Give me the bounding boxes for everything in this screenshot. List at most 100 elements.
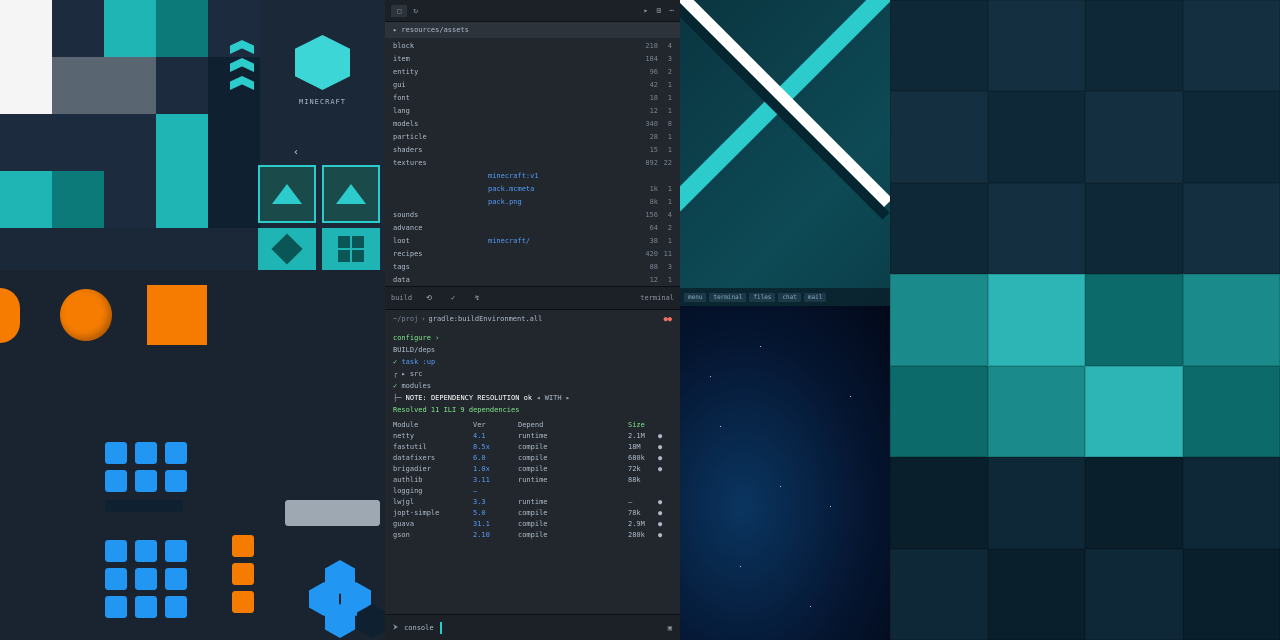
app-icon[interactable] <box>165 540 187 562</box>
play-icon[interactable]: ▸ <box>644 6 649 15</box>
chevron-stack-icon <box>230 40 260 94</box>
breadcrumb[interactable]: ▸ resources/assets <box>385 22 680 38</box>
prompt-icon: ⮞ <box>393 623 398 632</box>
term-line: Resolved 11 ILI 9 dependencies <box>393 406 519 414</box>
table-row[interactable]: datafixers6.0compile680k● <box>393 453 672 464</box>
app-icon[interactable] <box>105 470 127 492</box>
app-icon[interactable] <box>165 568 187 590</box>
taskbar-item[interactable]: menu <box>684 293 706 302</box>
table-row[interactable]: netty4.1runtime2.1M● <box>393 431 672 442</box>
color-grid-panel <box>890 0 1280 640</box>
list-item[interactable]: tags883 <box>385 261 680 274</box>
list-item[interactable]: lang121 <box>385 105 680 118</box>
app-icon[interactable] <box>135 568 157 590</box>
term-line: ◂ WITH ▸ <box>532 394 570 402</box>
diamond-icon[interactable] <box>258 228 316 270</box>
toolbar-label-right: terminal <box>640 294 674 302</box>
refresh-icon[interactable]: ⟲ <box>422 291 436 305</box>
term-line: BUILD/deps <box>393 346 435 354</box>
app-icon[interactable] <box>135 470 157 492</box>
term-line: task :up <box>401 358 435 366</box>
brand-logo: MINECRAFT <box>265 35 380 106</box>
list-item[interactable]: shaders151 <box>385 144 680 157</box>
list-item[interactable]: entity962 <box>385 66 680 79</box>
resource-list[interactable]: block2184item1843entity962gui421font181l… <box>385 38 680 286</box>
panel-icon[interactable]: ▣ <box>668 624 672 632</box>
table-header: ModuleVerDependSize <box>393 420 672 431</box>
terminal-input[interactable]: ⮞ console ▣ <box>385 614 680 640</box>
app-icon[interactable] <box>105 596 127 618</box>
table-row[interactable]: authlib3.11runtime88k <box>393 475 672 486</box>
reload-icon[interactable]: ↻ <box>413 6 418 15</box>
table-row[interactable]: brigadier1.0xcompile72k● <box>393 464 672 475</box>
check-icon[interactable]: ✓ <box>446 291 460 305</box>
taskbar-item[interactable]: files <box>749 293 775 302</box>
list-item[interactable]: particle281 <box>385 131 680 144</box>
split-icon[interactable]: ⊞ <box>656 6 661 15</box>
editor-titlebar: □ ↻ ▸ ⊞ ⋯ <box>385 0 680 22</box>
terminal-output[interactable]: configure › BUILD/deps ✓ task :up ┌ ▸ sr… <box>385 328 680 614</box>
app-icon[interactable] <box>105 540 127 562</box>
app-icon[interactable] <box>105 568 127 590</box>
list-item[interactable]: advance642 <box>385 222 680 235</box>
list-item[interactable]: models3408 <box>385 118 680 131</box>
taskbar[interactable]: menuterminalfileschat mail <box>680 288 890 306</box>
search-pill[interactable] <box>285 500 380 526</box>
app-icon[interactable] <box>232 535 254 557</box>
app-icon[interactable] <box>232 563 254 585</box>
input-placeholder: console <box>404 624 434 632</box>
toolbar-label: build <box>391 294 412 302</box>
table-row[interactable]: guava31.1compile2.9M● <box>393 519 672 530</box>
orange-square-icon <box>147 285 207 345</box>
path-segment[interactable]: gradle:buildEnvironment.all <box>429 315 543 323</box>
app-icon[interactable] <box>105 442 127 464</box>
table-row[interactable]: logging— <box>393 486 672 497</box>
editor-toolbar: build ⟲ ✓ ↯ terminal <box>385 286 680 310</box>
taskbar-item[interactable]: mail <box>804 293 826 302</box>
list-item[interactable]: lootminecraft/381 <box>385 235 680 248</box>
table-row[interactable]: fastutil8.5xcompile18M● <box>393 442 672 453</box>
wallpaper-space <box>680 306 890 640</box>
term-line: configure › <box>393 334 439 342</box>
list-item[interactable]: font181 <box>385 92 680 105</box>
list-item[interactable]: minecraft:v1 <box>385 170 680 183</box>
cursor-icon <box>440 622 442 634</box>
bolt-icon[interactable]: ↯ <box>470 291 484 305</box>
path-bar: ~/proj › gradle:buildEnvironment.all ●● <box>385 310 680 328</box>
list-item[interactable]: pack.mcmeta1k1 <box>385 183 680 196</box>
path-segment[interactable]: ~/proj <box>393 315 418 323</box>
term-line: modules <box>401 382 431 390</box>
table-row[interactable]: jopt-simple5.0compile78k● <box>393 508 672 519</box>
list-item[interactable]: item1843 <box>385 53 680 66</box>
tab-icon[interactable]: □ <box>391 5 407 17</box>
list-item[interactable]: gui421 <box>385 79 680 92</box>
hex-cluster-icon <box>295 560 385 640</box>
app-icon[interactable] <box>165 470 187 492</box>
texture-tiles <box>0 0 260 228</box>
app-icon[interactable] <box>135 442 157 464</box>
list-item[interactable]: data121 <box>385 274 680 286</box>
app-icon[interactable] <box>135 596 157 618</box>
list-item[interactable]: textures89222 <box>385 157 680 170</box>
list-item[interactable]: sounds1564 <box>385 209 680 222</box>
app-icon[interactable] <box>165 596 187 618</box>
table-row[interactable]: gson2.10compile280k● <box>393 530 672 541</box>
more-icon[interactable]: ⋯ <box>669 6 674 15</box>
back-icon[interactable]: ‹ <box>293 147 299 158</box>
app-icon[interactable] <box>135 540 157 562</box>
window-grid-icon[interactable] <box>322 228 380 270</box>
taskbar-item[interactable]: terminal <box>709 293 746 302</box>
list-item[interactable]: recipes42011 <box>385 248 680 261</box>
app-icon[interactable] <box>165 442 187 464</box>
list-item[interactable]: pack.png8k1 <box>385 196 680 209</box>
divider-strip <box>105 500 183 512</box>
orange-swatch-row <box>0 285 207 345</box>
table-row[interactable]: lwjgl3.3runtime—● <box>393 497 672 508</box>
app-icon-grid-2 <box>105 540 189 618</box>
taskbar-item[interactable]: chat <box>778 293 800 302</box>
mountain-icon-1[interactable] <box>258 165 316 223</box>
app-icon[interactable] <box>232 591 254 613</box>
app-icon-grid-1 <box>105 442 189 492</box>
mountain-icon-2[interactable] <box>322 165 380 223</box>
list-item[interactable]: block2184 <box>385 40 680 53</box>
